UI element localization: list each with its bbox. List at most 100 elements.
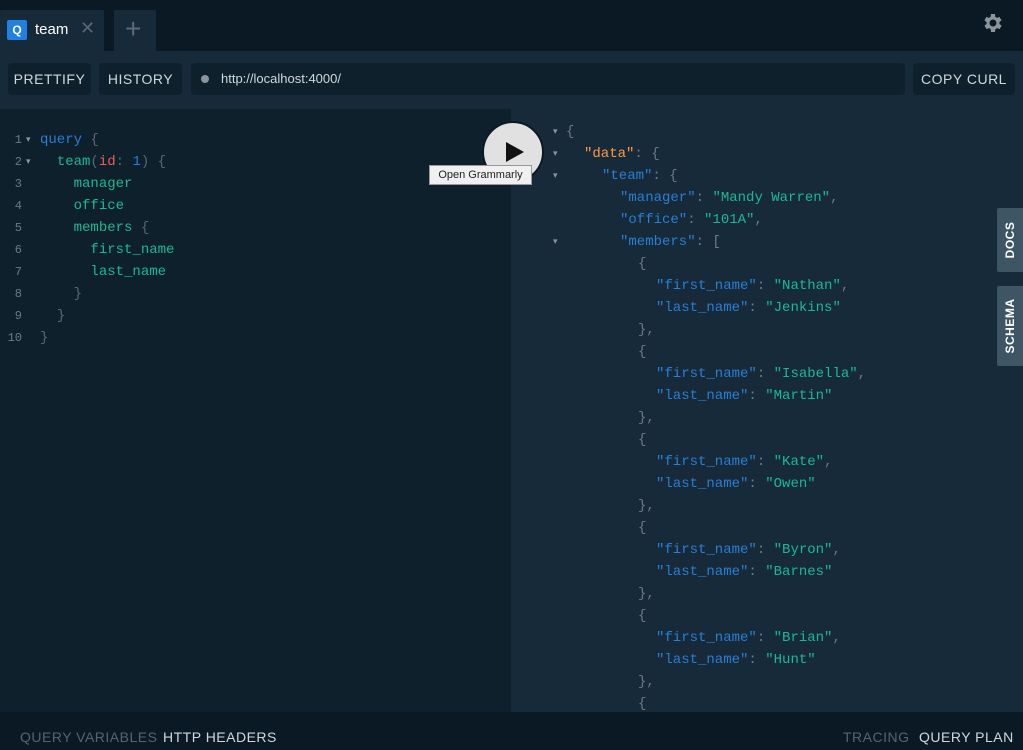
result-line: }, [638,674,655,690]
http-headers-tab[interactable]: HTTP HEADERS [163,712,277,750]
result-line: "data": { [584,146,660,162]
value-office: "101A" [704,212,755,228]
key-first-name: "first_name" [656,366,757,382]
copy-curl-button[interactable]: COPY CURL [913,63,1015,95]
query-variables-tab[interactable]: QUERY VARIABLES [20,712,157,750]
token-office: office [73,198,125,214]
key-last-name: "last_name" [656,476,749,492]
token-last-name: last_name [90,264,167,280]
tracing-tab[interactable]: TRACING [843,712,910,750]
token-id-value: 1 [132,154,141,170]
key-office: "office" [620,212,688,228]
key-members: "members" [620,234,696,250]
result-line: "manager": "Mandy Warren", [620,190,839,206]
result-line: "first_name": "Nathan", [656,278,850,294]
token-id-arg: id [98,154,116,170]
result-line: "first_name": "Brian", [656,630,841,646]
result-line: "last_name": "Hunt" [656,652,816,668]
line-number: 7 [14,265,22,279]
key-last-name: "last_name" [656,300,749,316]
result-line: "last_name": "Jenkins" [656,300,841,316]
line-number: 10 [7,331,22,345]
line-number: 6 [14,243,22,257]
value-first-name: "Isabella" [773,366,858,382]
value-last-name: "Jenkins" [765,300,841,316]
result-line: }, [638,410,655,426]
line-number: 3 [14,177,22,191]
schema-tab[interactable]: SCHEMA [997,286,1023,366]
line-number: 4 [14,199,22,213]
docs-tab[interactable]: DOCS [997,208,1023,272]
value-last-name: "Hunt" [765,652,816,668]
prettify-button[interactable]: PRETTIFY [8,63,91,95]
endpoint-url-input[interactable]: http://localhost:4000/ [191,63,905,95]
result-line: }, [638,322,655,338]
tab-label: team [35,21,69,38]
schema-tab-label: SCHEMA [1003,298,1017,354]
value-first-name: "Brian" [773,630,833,646]
result-line: "team": { [602,168,678,184]
result-pane[interactable]: ▾ { ▾ "data": { ▾ "team": { "manager": "… [511,109,1023,712]
value-first-name: "Byron" [773,542,833,558]
value-last-name: "Owen" [765,476,816,492]
fold-arrow-icon[interactable]: ▾ [553,121,558,143]
line-number: 1 [14,133,22,147]
fold-arrow-icon[interactable]: ▾ [553,165,558,187]
footer-bar: QUERY VARIABLES HTTP HEADERS TRACING QUE… [0,712,1023,750]
result-line: "first_name": "Byron", [656,542,841,558]
line-number: 5 [14,221,22,235]
result-line: "last_name": "Barnes" [656,564,833,580]
result-line: "first_name": "Kate", [656,454,833,470]
query-badge: Q [7,20,27,40]
result-line: }, [638,586,655,602]
token-members: members [73,220,133,236]
key-last-name: "last_name" [656,388,749,404]
token-manager: manager [73,176,133,192]
result-line: "members": [ [620,234,721,250]
plus-icon: + [125,13,142,44]
key-team: "team" [602,168,653,184]
endpoint-url-text: http://localhost:4000/ [221,71,341,86]
value-last-name: "Barnes" [765,564,833,580]
tab-team[interactable]: Q team ✕ [0,10,104,51]
value-first-name: "Kate" [773,454,825,470]
result-line: { [638,344,647,360]
line-number: 2 [14,155,22,169]
line-number: 9 [14,309,22,323]
tab-bar: Q team ✕ + [0,0,1023,51]
fold-arrow-icon[interactable]: ▾ [26,151,31,173]
value-last-name: "Martin" [765,388,833,404]
key-data: "data" [584,146,635,162]
status-dot-icon [201,75,209,83]
new-tab-button[interactable]: + [114,10,156,51]
key-last-name: "last_name" [656,564,749,580]
docs-tab-label: DOCS [1003,221,1017,259]
result-line: { [638,696,647,712]
toolbar: PRETTIFY HISTORY http://localhost:4000/ … [0,51,1023,109]
history-button[interactable]: HISTORY [99,63,182,95]
key-first-name: "first_name" [656,278,757,294]
value-manager: "Mandy Warren" [712,190,831,206]
query-editor[interactable]: 1 ▾ query { 2 ▾ team(id: 1) { 3 manager … [0,109,511,712]
result-line: { [566,124,575,140]
result-line: "first_name": "Isabella", [656,366,867,382]
fold-arrow-icon[interactable]: ▾ [26,129,31,151]
fold-arrow-icon[interactable]: ▾ [553,231,558,253]
result-line: { [638,256,647,272]
result-line: { [638,520,647,536]
query-plan-tab[interactable]: QUERY PLAN [919,712,1014,750]
value-first-name: "Nathan" [773,278,841,294]
key-first-name: "first_name" [656,454,757,470]
result-line: "last_name": "Martin" [656,388,833,404]
fold-arrow-icon[interactable]: ▾ [553,143,558,165]
result-line: "office": "101A", [620,212,763,228]
key-last-name: "last_name" [656,652,749,668]
token-first-name: first_name [90,242,175,258]
result-line: "last_name": "Owen" [656,476,816,492]
play-icon [506,142,524,162]
key-first-name: "first_name" [656,630,757,646]
gear-icon[interactable] [980,11,1004,35]
close-icon[interactable]: ✕ [80,18,95,39]
token-query: query [40,132,83,148]
tooltip: Open Grammarly [429,165,532,185]
